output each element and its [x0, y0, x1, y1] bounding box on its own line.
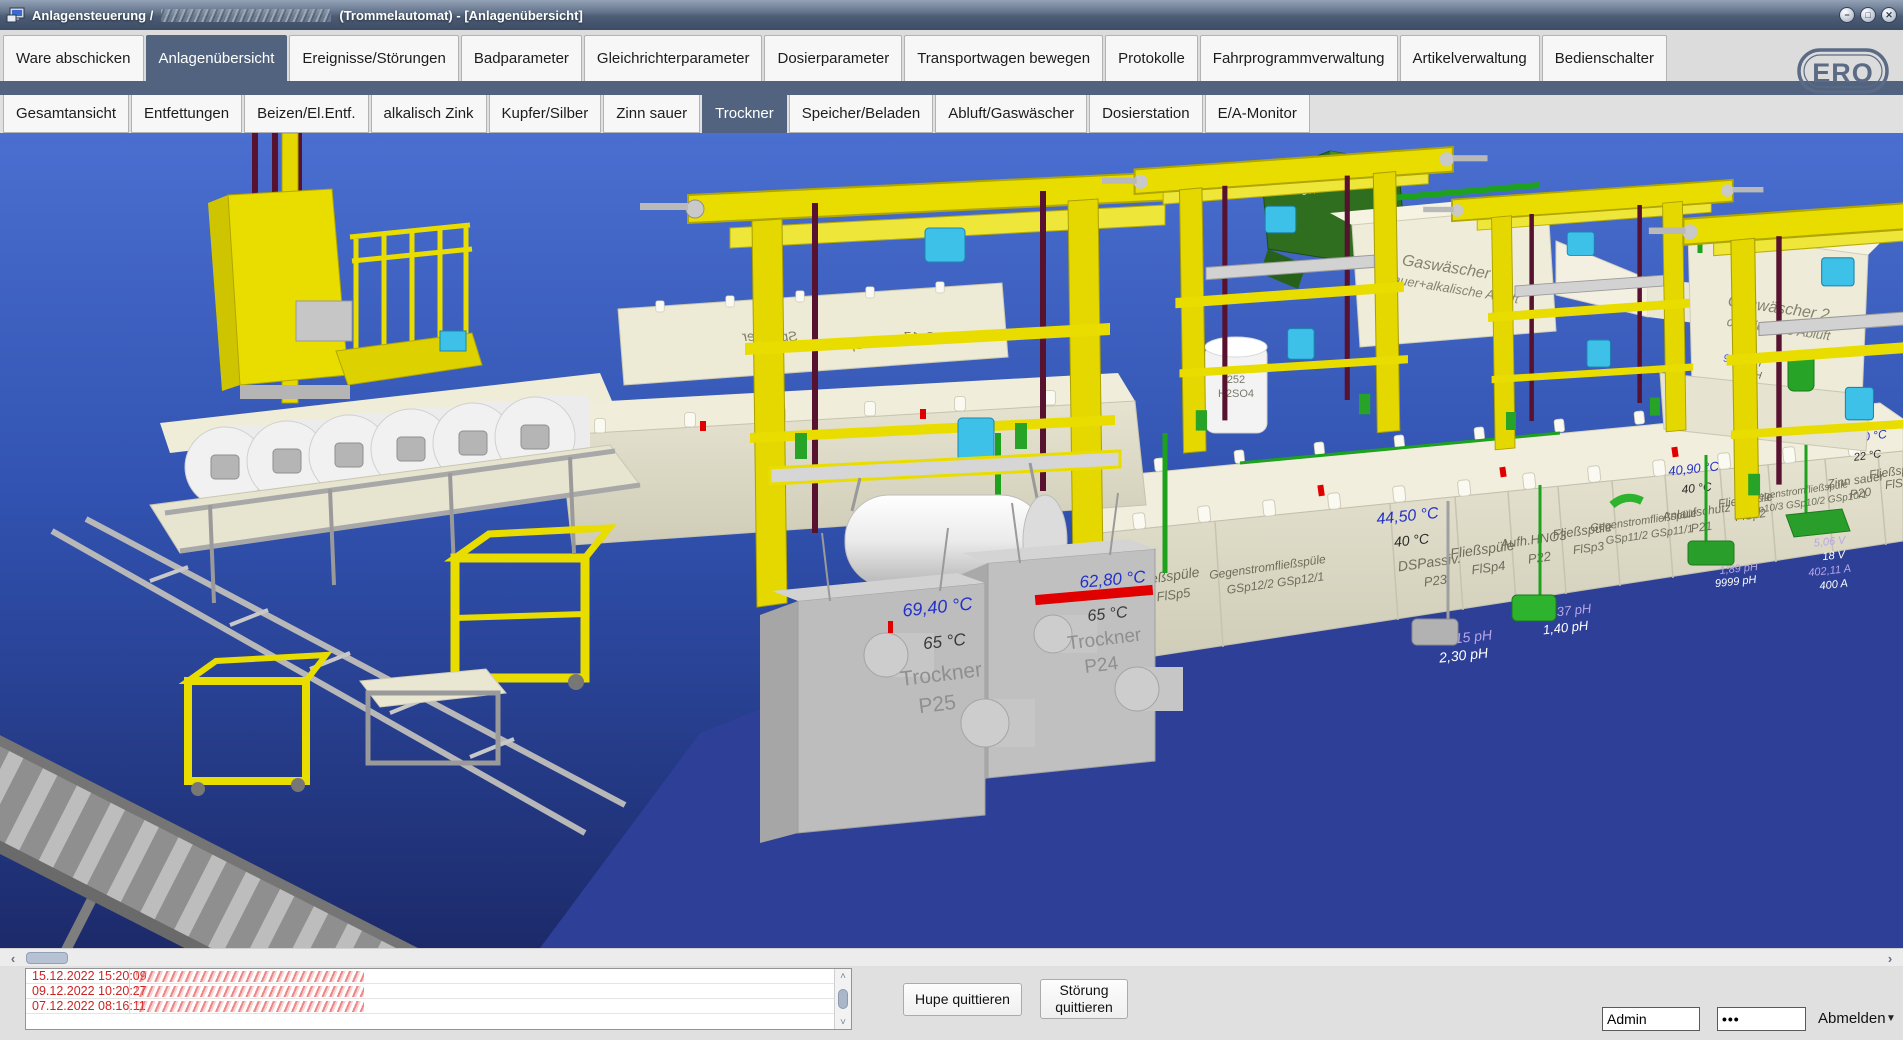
tab-gleichrichterparameter[interactable]: Gleichrichterparameter	[584, 35, 763, 81]
tank-id: P21	[1690, 519, 1713, 536]
window-title-suffix: (Trommelautomat) - [Anlagenübersicht]	[339, 8, 582, 23]
ero-logo-text: ERO	[1812, 58, 1874, 88]
hupe-quittieren-button[interactable]: Hupe quittieren	[903, 983, 1022, 1016]
restore-button[interactable]: □	[1860, 7, 1876, 23]
log-scroll-thumb[interactable]	[838, 989, 848, 1009]
tab-artikelverwaltung[interactable]: Artikelverwaltung	[1400, 35, 1540, 81]
tab-ware-abschicken[interactable]: Ware abschicken	[3, 35, 144, 81]
close-button[interactable]: ✕	[1881, 7, 1897, 23]
tab-abluft-gaswaescher[interactable]: Abluft/Gaswäscher	[935, 95, 1087, 133]
bottom-panel: 15.12.2022 15:20:09 09.12.2022 10:20:27 …	[0, 966, 1903, 1040]
tab-beizen-el-entf[interactable]: Beizen/El.Entf.	[244, 95, 368, 133]
log-timestamp: 09.12.2022 10:20:27	[26, 984, 130, 998]
tab-protokolle[interactable]: Protokolle	[1105, 35, 1198, 81]
tab-band	[0, 81, 1903, 95]
log-timestamp: 15.12.2022 15:20:09	[26, 969, 130, 983]
tab-zinn-sauer[interactable]: Zinn sauer	[603, 95, 700, 133]
alarm-log-list[interactable]: 15.12.2022 15:20:09 09.12.2022 10:20:27 …	[25, 968, 852, 1030]
redacted-scribble	[161, 9, 331, 22]
log-row-empty	[26, 1014, 834, 1029]
redacted-log-message	[136, 1001, 364, 1012]
main-tab-bar: Ware abschicken Anlagenübersicht Ereigni…	[0, 30, 1903, 81]
tab-transportwagen-bewegen[interactable]: Transportwagen bewegen	[904, 35, 1103, 81]
tab-fahrprogrammverwaltung[interactable]: Fahrprogrammverwaltung	[1200, 35, 1398, 81]
tab-ereignisse-stoerungen[interactable]: Ereignisse/Störungen	[289, 35, 458, 81]
log-row[interactable]: 09.12.2022 10:20:27	[26, 984, 834, 999]
sub-tab-bar: Gesamtansicht Entfettungen Beizen/El.Ent…	[0, 95, 1903, 133]
dryer-id: P25	[917, 691, 957, 718]
app-icon	[6, 6, 26, 24]
log-row[interactable]: 07.12.2022 08:16:11	[26, 999, 834, 1014]
log-row[interactable]: 15.12.2022 15:20:09	[26, 969, 834, 984]
minimize-button[interactable]: −	[1839, 7, 1855, 23]
log-scrollbar[interactable]: ˄ ˅	[834, 969, 851, 1029]
tab-gesamtansicht[interactable]: Gesamtansicht	[3, 95, 129, 133]
tab-kupfer-silber[interactable]: Kupfer/Silber	[489, 95, 602, 133]
plant-3d-viewport[interactable]: Fließspüle FlSp5 Gegenstromfließspüle GS…	[0, 133, 1903, 948]
tab-bedienschalter[interactable]: Bedienschalter	[1542, 35, 1667, 81]
password-input[interactable]	[1717, 1007, 1806, 1031]
tab-entfettungen[interactable]: Entfettungen	[131, 95, 242, 133]
scroll-down-icon[interactable]: ˅	[835, 1015, 851, 1029]
chevron-down-icon[interactable]: ▼	[1886, 1013, 1896, 1024]
tab-ea-monitor[interactable]: E/A-Monitor	[1205, 95, 1310, 133]
tab-dosierparameter[interactable]: Dosierparameter	[764, 35, 902, 81]
ero-logo: ERO	[1793, 36, 1893, 102]
log-timestamp: 07.12.2022 08:16:11	[26, 999, 130, 1013]
abmelden-button[interactable]: Abmelden	[1818, 1010, 1886, 1027]
dryer-id: P24	[1083, 653, 1120, 678]
title-bar: Anlagensteuerung / (Trommelautomat) - [A…	[0, 0, 1903, 30]
tab-anlagenuebersicht[interactable]: Anlagenübersicht	[146, 35, 288, 81]
tab-badparameter[interactable]: Badparameter	[461, 35, 582, 81]
scroll-right-icon[interactable]: ›	[1881, 950, 1899, 966]
window-controls: − □ ✕	[1839, 7, 1897, 23]
tab-trockner[interactable]: Trockner	[702, 95, 787, 133]
window-title-prefix: Anlagensteuerung /	[32, 8, 153, 23]
hscroll-thumb[interactable]	[26, 952, 68, 964]
scroll-up-icon[interactable]: ˄	[835, 969, 851, 983]
scroll-left-icon[interactable]: ‹	[4, 950, 22, 966]
redacted-log-message	[136, 986, 364, 997]
volt-setpoint: 18 V	[1822, 549, 1847, 563]
tab-alkalisch-zink[interactable]: alkalisch Zink	[371, 95, 487, 133]
tank-id: P20	[1849, 485, 1872, 502]
redacted-log-message	[136, 971, 364, 982]
h2so4-container: 252 H2SO4	[1205, 337, 1267, 433]
container-capacity: 252	[1227, 374, 1245, 386]
username-input[interactable]	[1602, 1007, 1700, 1031]
stoerung-quittieren-button[interactable]: Störung quittieren	[1040, 979, 1128, 1019]
tab-dosierstation[interactable]: Dosierstation	[1089, 95, 1203, 133]
viewport-hscrollbar[interactable]: ‹ ›	[0, 948, 1903, 966]
tab-speicher-beladen[interactable]: Speicher/Beladen	[789, 95, 933, 133]
